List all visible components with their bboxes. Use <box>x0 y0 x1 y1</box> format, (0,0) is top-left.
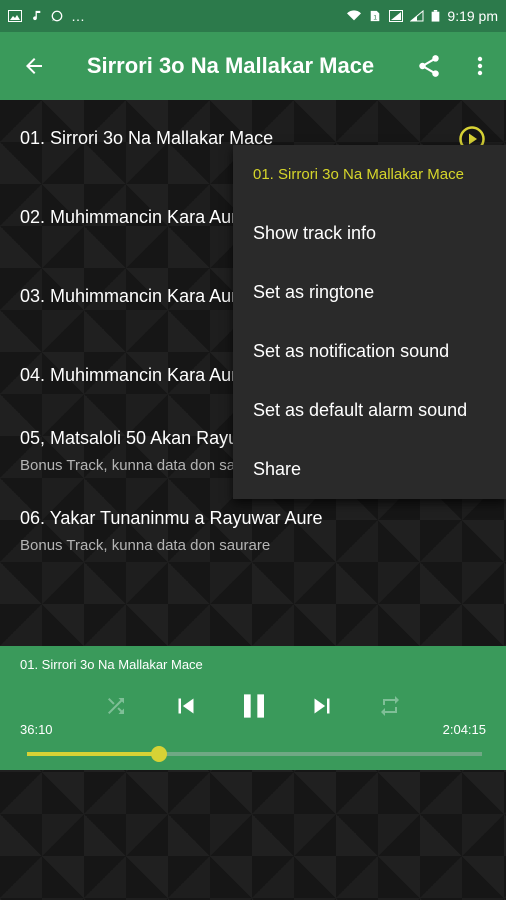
music-note-icon <box>33 10 41 21</box>
player-panel: 01. Sirrori 3o Na Mallakar Mace 36:10 2:… <box>0 646 506 770</box>
track-item-6[interactable]: 06. Yakar Tunaninmu a Rayuwar Aure Bonus… <box>20 508 500 554</box>
battery-icon <box>432 10 440 22</box>
elapsed-time: 36:10 <box>20 722 53 737</box>
more-vert-icon <box>478 56 483 76</box>
sim-icon: 1 <box>371 10 380 21</box>
status-right: 1 9:19 pm <box>347 8 498 24</box>
menu-header: 01. Sirrori 3o Na Mallakar Mace <box>253 166 464 183</box>
arrow-left-icon <box>26 58 43 74</box>
repeat-icon <box>381 696 399 716</box>
total-duration: 2:04:15 <box>442 722 486 737</box>
seek-bar[interactable] <box>27 746 482 762</box>
track-options-menu: 01. Sirrori 3o Na Mallakar Mace Show tra… <box>233 145 506 499</box>
pause-button[interactable] <box>228 686 280 726</box>
overflow-menu-button[interactable] <box>455 32 506 100</box>
next-button[interactable] <box>300 686 344 726</box>
more-dots-icon: … <box>71 8 85 24</box>
repeat-button[interactable] <box>370 686 410 726</box>
menu-item-set-alarm[interactable]: Set as default alarm sound <box>233 381 506 440</box>
signal-icon <box>389 10 404 22</box>
back-button[interactable] <box>0 32 69 100</box>
status-time: 9:19 pm <box>447 8 498 24</box>
now-playing-title: 01. Sirrori 3o Na Mallakar Mace <box>20 657 203 672</box>
wifi-icon <box>347 10 362 21</box>
share-button[interactable] <box>404 32 455 100</box>
track-subtitle: Bonus Track, kunna data don saurare <box>20 537 271 554</box>
skip-next-icon <box>314 698 330 714</box>
menu-item-share[interactable]: Share <box>233 440 506 499</box>
signal-icon <box>410 10 424 22</box>
pause-icon <box>244 694 264 718</box>
svg-text:1: 1 <box>374 14 378 21</box>
shuffle-button[interactable] <box>96 686 136 726</box>
menu-item-set-ringtone[interactable]: Set as ringtone <box>233 263 506 322</box>
seek-progress <box>27 752 160 756</box>
skip-previous-icon <box>178 698 194 714</box>
status-left: … <box>8 8 85 24</box>
image-icon <box>8 10 22 22</box>
previous-button[interactable] <box>164 686 208 726</box>
track-title: 06. Yakar Tunaninmu a Rayuwar Aure <box>20 508 323 528</box>
menu-item-show-track-info[interactable]: Show track info <box>233 204 506 263</box>
seek-thumb[interactable] <box>151 746 168 762</box>
share-icon <box>419 55 440 77</box>
status-bar: … 1 9:19 pm <box>0 0 506 32</box>
page-title: Sirrori 3o Na Mallakar Mace <box>86 53 375 78</box>
shuffle-icon <box>108 698 124 714</box>
app-bar: Sirrori 3o Na Mallakar Mace <box>0 32 506 100</box>
whatsapp-icon <box>51 10 63 22</box>
menu-item-set-notification[interactable]: Set as notification sound <box>233 322 506 381</box>
